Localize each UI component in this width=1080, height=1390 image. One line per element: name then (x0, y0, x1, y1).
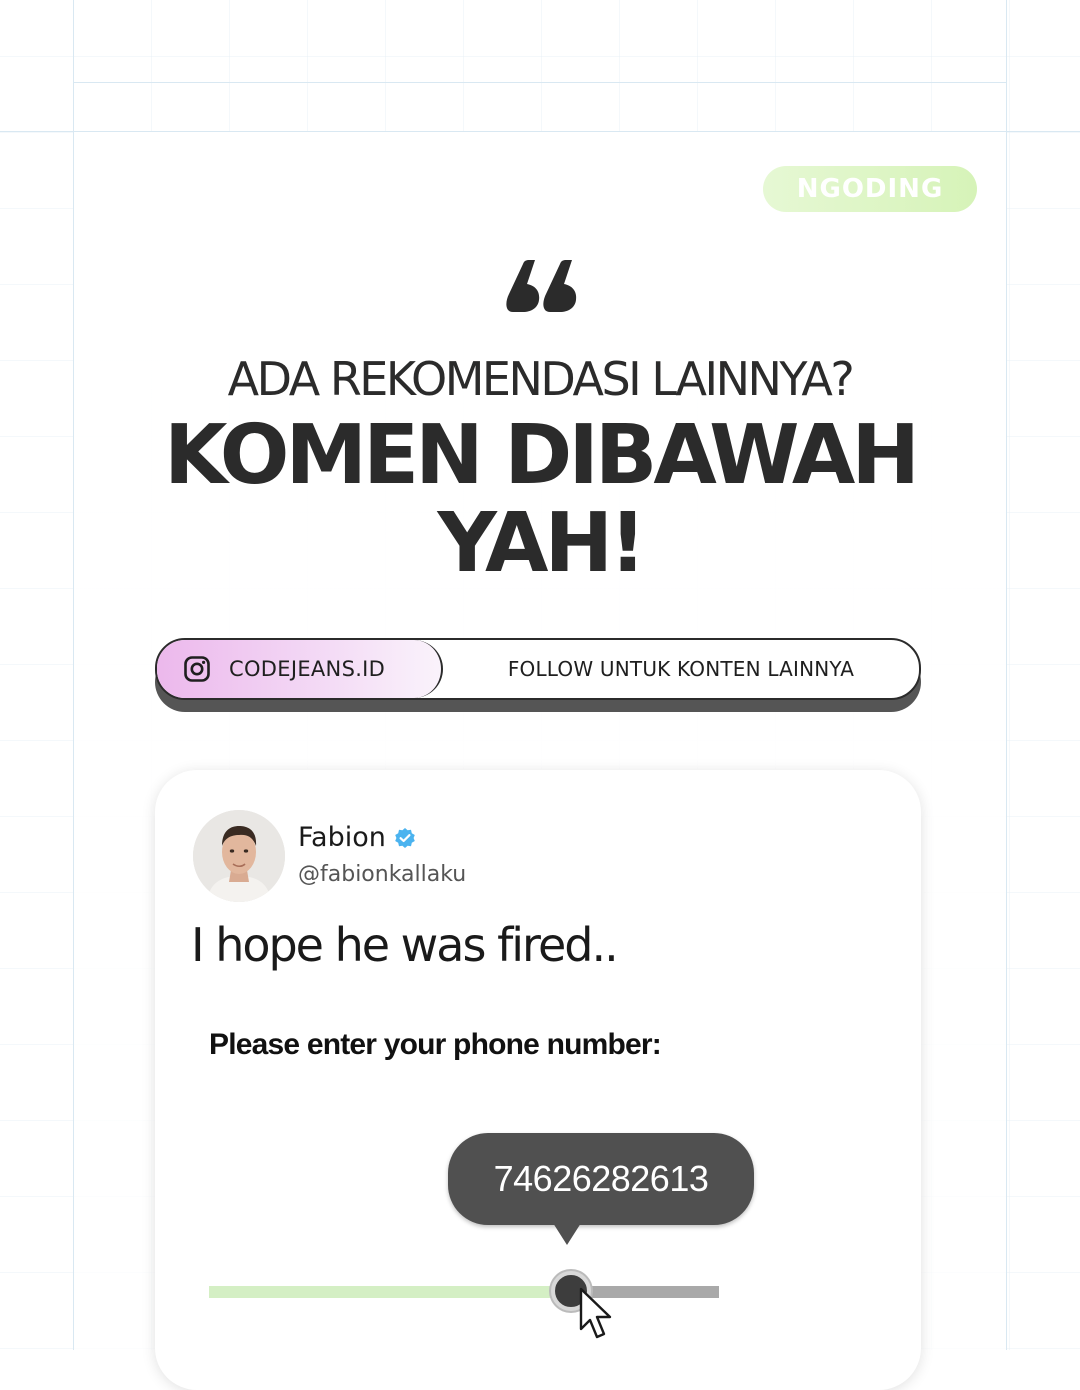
social-handle-section[interactable]: CODEJEANS.ID (157, 640, 443, 698)
tooltip-tail (553, 1223, 581, 1245)
author-handle: @fabionkallaku (298, 862, 467, 887)
headline-line-1: KOMEN DIBAWAH (163, 408, 920, 503)
author-name-row: Fabion (298, 822, 416, 853)
headline: KOMEN DIBAWAH YAH! (0, 412, 1080, 588)
frame-line-left (73, 132, 74, 1350)
follow-cta[interactable]: FOLLOW UNTUK KONTEN LAINNYA (443, 657, 919, 681)
frame-line-top-right (1006, 0, 1007, 132)
verified-badge-icon (395, 827, 415, 848)
category-tag: NGODING (763, 166, 977, 212)
post-text: I hope he was fired.. (191, 918, 619, 972)
slider-value-tooltip: 74626282613 (448, 1133, 754, 1225)
mouse-cursor-icon (579, 1287, 612, 1339)
slider-fill (209, 1286, 572, 1298)
phone-number-slider[interactable] (209, 1271, 719, 1311)
avatar-portrait-icon (193, 810, 285, 902)
social-handle: CODEJEANS.ID (229, 657, 386, 681)
subtitle: ADA REKOMENDASI LAINNYA? (227, 352, 855, 406)
post-card: Fabion @fabionkallaku I hope he was fire… (155, 770, 921, 1390)
avatar (193, 810, 285, 902)
instagram-icon (184, 656, 210, 682)
quote-icon (506, 260, 577, 312)
frame-line-top (73, 0, 74, 132)
headline-line-2: YAH! (437, 496, 646, 591)
frame-line-right (1006, 132, 1007, 1350)
social-pill[interactable]: CODEJEANS.ID FOLLOW UNTUK KONTEN LAINNYA (155, 638, 921, 700)
phone-prompt-label: Please enter your phone number: (209, 1028, 662, 1061)
frame-line-h1 (73, 82, 1007, 83)
author-name: Fabion (298, 822, 386, 853)
